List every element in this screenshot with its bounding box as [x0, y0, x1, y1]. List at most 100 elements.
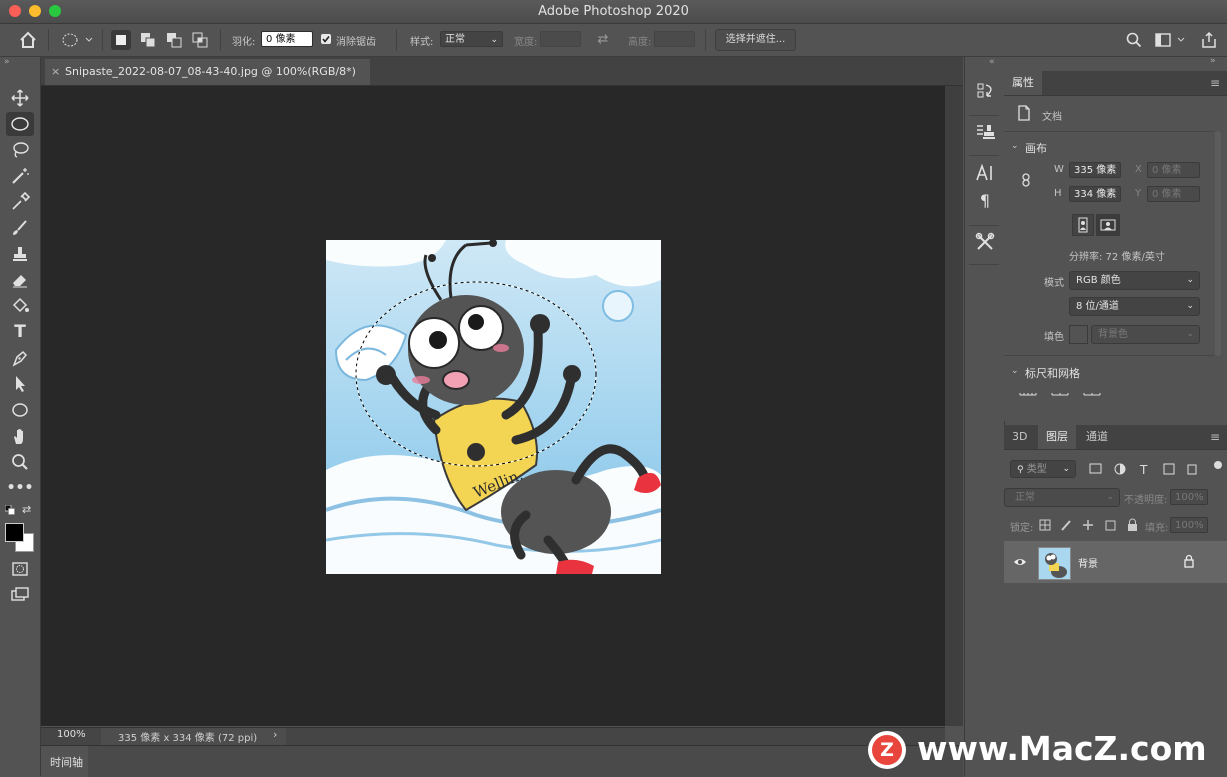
- screen-mode-icon[interactable]: [6, 583, 34, 607]
- watermark-badge: Z: [872, 735, 902, 765]
- chevron-down-icon: ⌄: [1186, 301, 1194, 311]
- zoom-tool-icon[interactable]: [6, 450, 34, 474]
- canvas-section-title[interactable]: 画布: [1025, 140, 1047, 156]
- type-tool-icon[interactable]: T: [6, 320, 34, 344]
- title-bar: Adobe Photoshop 2020: [0, 0, 1227, 24]
- filter-kind-select[interactable]: ⚲ 类型 ⌄: [1010, 460, 1076, 478]
- default-colors-icon[interactable]: [4, 504, 15, 515]
- layer-name[interactable]: 背景: [1078, 555, 1098, 570]
- blend-mode-select: 正常 ⌄: [1004, 488, 1120, 507]
- clone-stamp-tool-icon[interactable]: [6, 242, 34, 266]
- collapse-panels-icon[interactable]: »: [1210, 56, 1216, 66]
- history-panel-icon[interactable]: [973, 79, 997, 103]
- chevron-right-icon: ›: [273, 728, 278, 741]
- portrait-orientation-icon[interactable]: [1072, 214, 1094, 236]
- bit-depth-select[interactable]: 8 位/通道 ⌄: [1069, 297, 1200, 316]
- tab-layers[interactable]: 图层: [1038, 425, 1076, 449]
- canvas-height-input[interactable]: 334 像素: [1069, 186, 1121, 202]
- properties-scrollbar[interactable]: [1215, 131, 1221, 356]
- eraser-tool-icon[interactable]: [6, 268, 34, 292]
- doc-info-text: 335 像素 x 334 像素 (72 ppi): [118, 733, 258, 744]
- canvas-x-input[interactable]: 0 像素: [1147, 162, 1200, 178]
- fill-color-swatch[interactable]: [1069, 325, 1088, 344]
- properties-tab[interactable]: 属性: [1004, 71, 1042, 95]
- options-bar: 羽化: 0 像素 消除锯齿 样式: 正常 ⌄ 宽度: ⇄ 高度: 选择并遮住..…: [0, 24, 1227, 57]
- swap-colors-icon[interactable]: ⇄: [22, 503, 31, 516]
- fill-label: 填色: [1044, 332, 1064, 343]
- chevron-down-icon[interactable]: ⌄: [1011, 141, 1019, 151]
- rulers-grid-section-title[interactable]: 标尺和网格: [1025, 365, 1080, 381]
- chevron-down-icon[interactable]: ⌄: [1011, 366, 1019, 376]
- color-mode-select[interactable]: RGB 颜色 ⌄: [1069, 271, 1200, 290]
- document-tab[interactable]: × Snipaste_2022-08-07_08-43-40.jpg @ 100…: [45, 59, 370, 85]
- document-label: 文档: [1042, 112, 1062, 123]
- doc-info-box[interactable]: 335 像素 x 334 像素 (72 ppi) ›: [101, 728, 286, 745]
- document-tab-bar: × Snipaste_2022-08-07_08-43-40.jpg @ 100…: [41, 57, 963, 86]
- clone-source-panel-icon[interactable]: [973, 120, 997, 144]
- document-canvas[interactable]: Wellin.: [326, 240, 661, 574]
- landscape-orientation-icon[interactable]: [1096, 214, 1120, 236]
- elliptical-marquee-tool-icon[interactable]: [6, 112, 34, 136]
- hand-tool-icon[interactable]: [6, 424, 34, 448]
- eye-icon[interactable]: [1013, 555, 1027, 569]
- width-input: [540, 31, 581, 47]
- character-panel-icon[interactable]: [973, 161, 997, 185]
- watermark-text: www.MacZ.com: [917, 729, 1207, 768]
- foreground-color-swatch[interactable]: [5, 523, 24, 542]
- path-selection-tool-icon[interactable]: [6, 372, 34, 396]
- collapse-tools-icon[interactable]: »: [4, 57, 10, 67]
- new-selection-icon[interactable]: [111, 30, 131, 50]
- lasso-tool-icon[interactable]: [6, 138, 34, 162]
- chevron-down-icon: ⌄: [1186, 329, 1194, 339]
- lock-icon: [1183, 554, 1195, 568]
- lock-options-icons[interactable]: [1038, 518, 1148, 532]
- tools-presets-icon[interactable]: [973, 230, 997, 254]
- move-tool-icon[interactable]: [6, 86, 34, 110]
- brush-tool-icon[interactable]: [6, 216, 34, 240]
- search-icon[interactable]: [1124, 30, 1144, 50]
- layer-filter-icons[interactable]: T: [1088, 461, 1208, 477]
- canvas-y-input[interactable]: 0 像素: [1147, 186, 1200, 202]
- home-icon[interactable]: [18, 30, 38, 50]
- canvas-area[interactable]: Wellin.: [41, 86, 945, 726]
- paint-bucket-tool-icon[interactable]: [6, 294, 34, 318]
- style-select[interactable]: 正常 ⌄: [440, 31, 503, 47]
- zoom-level[interactable]: 100%: [57, 729, 86, 740]
- close-tab-icon[interactable]: ×: [51, 59, 60, 85]
- paragraph-panel-icon[interactable]: ¶: [973, 189, 997, 213]
- intersect-selection-icon[interactable]: [190, 30, 210, 50]
- color-mode-value: RGB 颜色: [1076, 275, 1121, 286]
- vertical-scrollbar[interactable]: [945, 86, 963, 726]
- feather-input[interactable]: 0 像素: [261, 31, 313, 47]
- elliptical-marquee-preset-icon[interactable]: [60, 30, 94, 50]
- filter-toggle[interactable]: [1214, 461, 1222, 469]
- more-tools-icon[interactable]: •••: [6, 476, 34, 500]
- workspace-icon[interactable]: [1153, 30, 1187, 50]
- canvas-width-input[interactable]: 335 像素: [1069, 162, 1121, 178]
- fill-opacity-input: 100%: [1170, 517, 1208, 533]
- add-to-selection-icon[interactable]: [138, 30, 158, 50]
- collapse-dock-icon[interactable]: «: [989, 57, 995, 67]
- link-icon[interactable]: [1018, 172, 1034, 188]
- svg-text:T: T: [1139, 463, 1148, 477]
- select-and-mask-button[interactable]: 选择并遮住...: [715, 29, 796, 51]
- ellipse-tool-icon[interactable]: [6, 398, 34, 422]
- panel-menu-icon[interactable]: ≡: [1210, 76, 1220, 90]
- search-icon: ⚲: [1017, 465, 1024, 475]
- quick-mask-icon[interactable]: [6, 557, 34, 581]
- share-icon[interactable]: [1199, 30, 1219, 50]
- fill-select: 背景色 ⌄: [1091, 325, 1200, 344]
- antialias-checkbox[interactable]: [321, 34, 331, 44]
- eyedropper-tool-icon[interactable]: [6, 190, 34, 214]
- pen-tool-icon[interactable]: [6, 346, 34, 370]
- tab-3d[interactable]: 3D: [1004, 425, 1035, 449]
- panel-menu-icon[interactable]: ≡: [1210, 430, 1220, 444]
- magic-wand-tool-icon[interactable]: [6, 164, 34, 188]
- opacity-input: 100%: [1170, 489, 1208, 505]
- style-select-value: 正常: [445, 34, 465, 45]
- subtract-from-selection-icon[interactable]: [164, 30, 184, 50]
- timeline-tab[interactable]: 时间轴: [50, 754, 83, 770]
- layer-row[interactable]: 背景: [1004, 541, 1227, 583]
- panel-dock: « ¶: [964, 57, 1005, 776]
- tab-channels[interactable]: 通道: [1078, 425, 1116, 449]
